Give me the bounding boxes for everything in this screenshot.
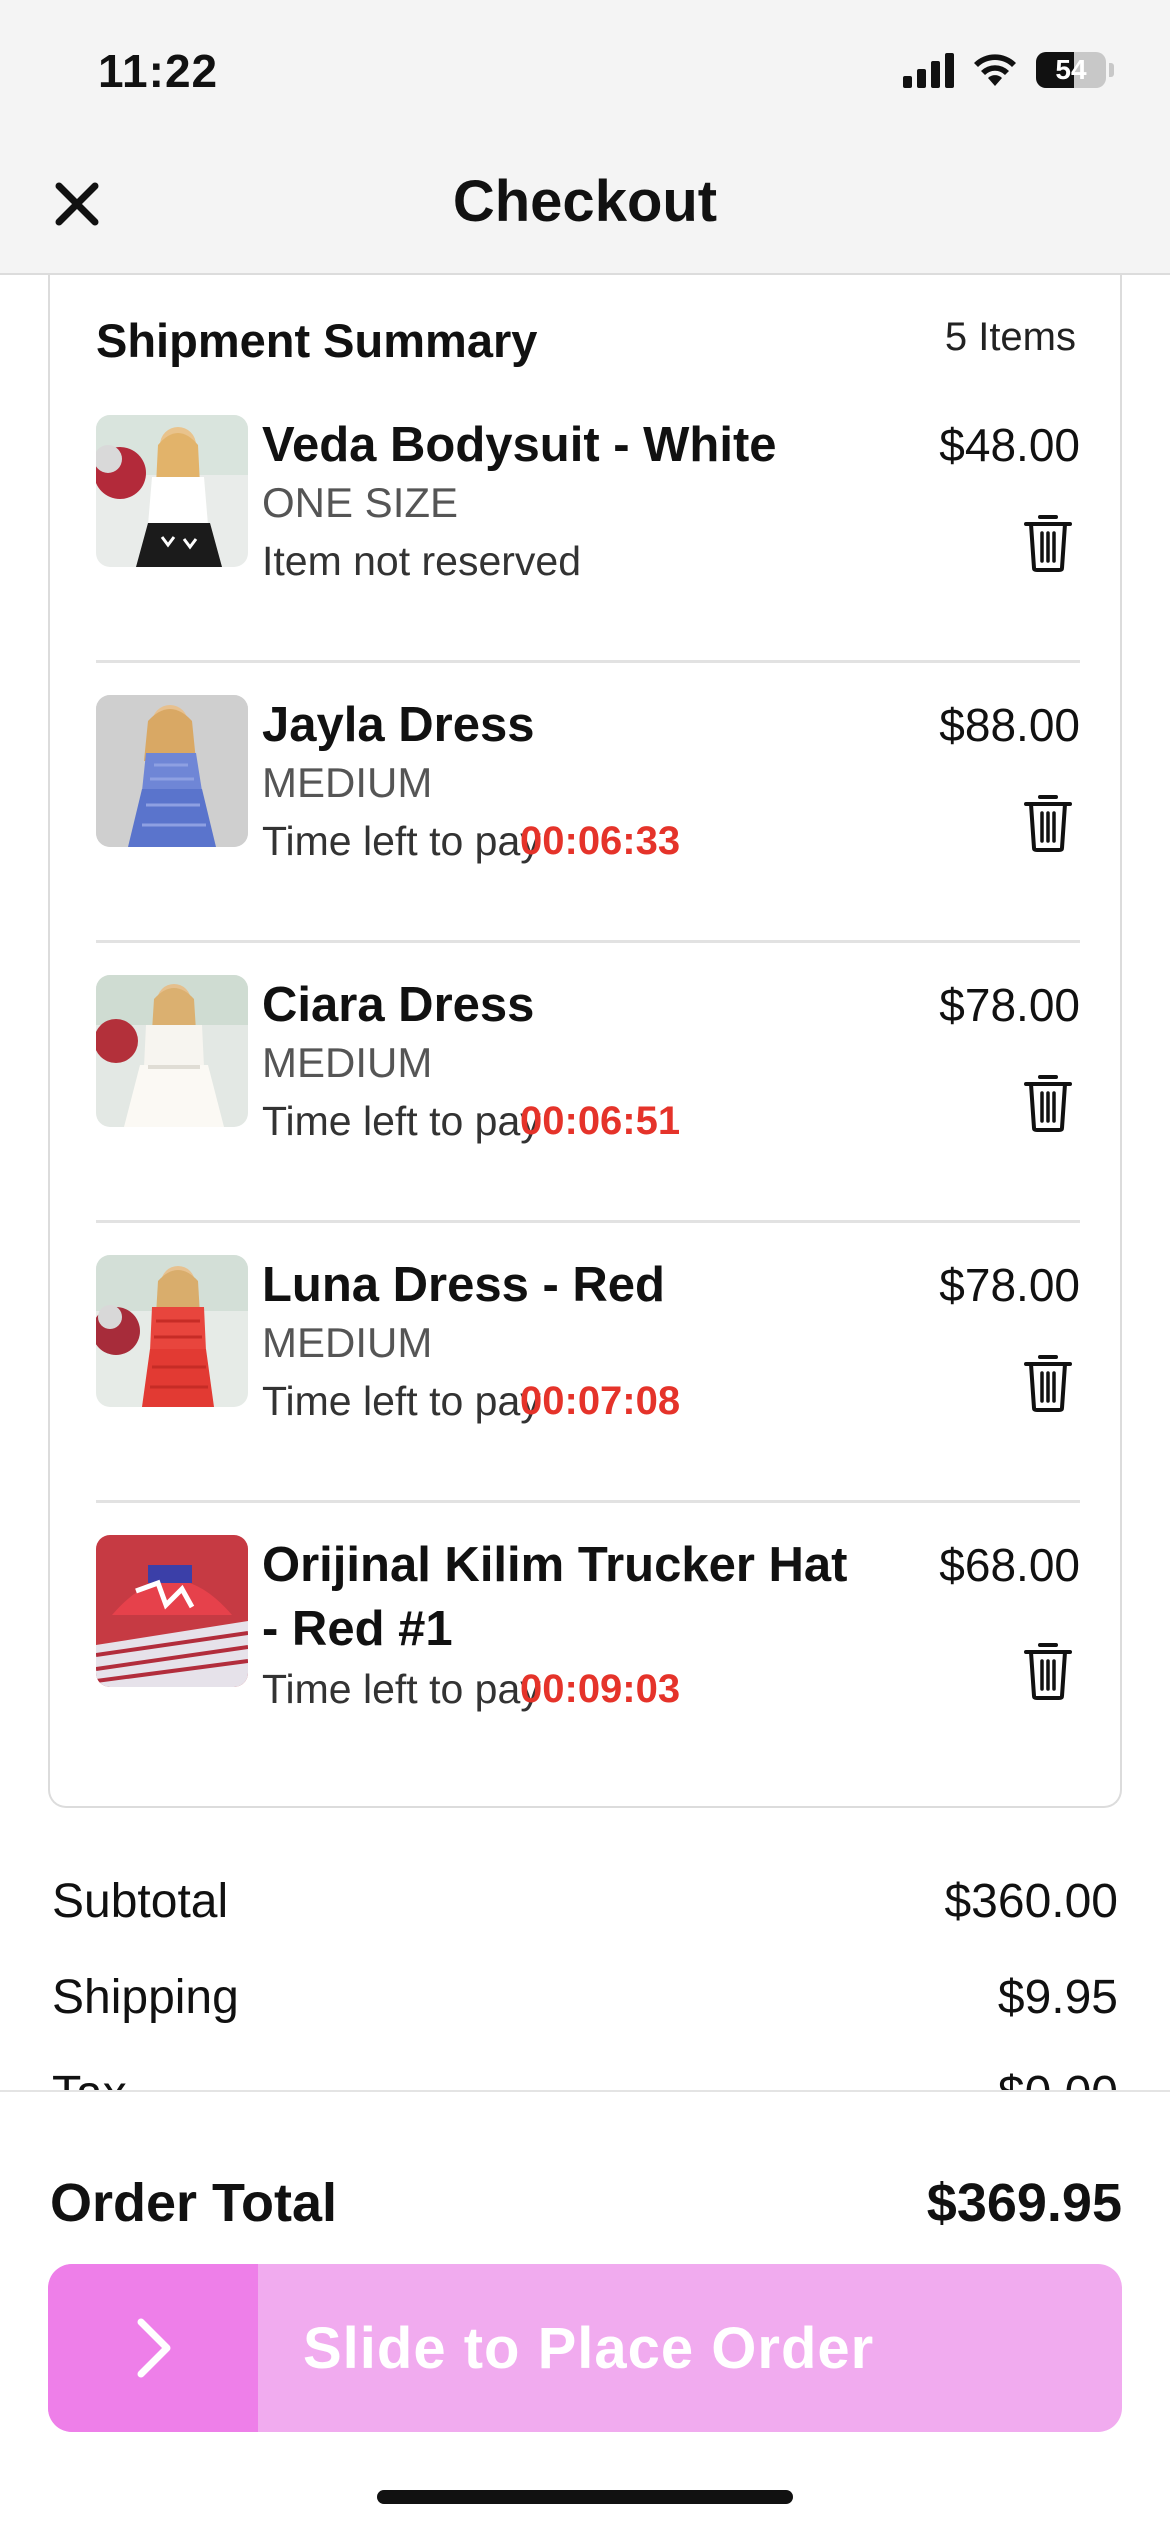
slider-label: Slide to Place Order <box>303 2315 875 2381</box>
time-left-label: Time left to pay <box>262 1378 541 1424</box>
item-size: MEDIUM <box>262 759 433 806</box>
item-count: 5 Items <box>944 315 1076 359</box>
item-size: ONE SIZE <box>262 479 459 526</box>
time-left-label: Time left to pay <box>262 1098 541 1144</box>
shipping-label: Shipping <box>52 1971 239 2024</box>
subtotal-row: Subtotal $360.00 <box>52 1872 1118 1932</box>
item-price: $48.00 <box>939 419 1080 471</box>
home-indicator <box>377 2490 793 2504</box>
cart-item: Luna Dress - Red $78.00 MEDIUM Time left… <box>96 1223 1080 1503</box>
checkout-screen: 11:22 54 Checkout Shipment Summary 5 Ite… <box>0 0 1170 2532</box>
order-total-row: Order Total $369.95 <box>50 2172 1122 2234</box>
tax-label: Tax <box>52 2064 127 2092</box>
order-total-value: $369.95 <box>926 2173 1122 2233</box>
product-thumbnail[interactable] <box>96 415 248 567</box>
item-price: $88.00 <box>939 699 1080 751</box>
top-bar: 11:22 54 Checkout <box>0 0 1170 275</box>
subtotal-value: $360.00 <box>944 1875 1118 1928</box>
item-price: $78.00 <box>939 979 1080 1031</box>
item-size: MEDIUM <box>262 1039 433 1086</box>
wifi-icon <box>974 54 1016 86</box>
status-icons: 54 <box>903 52 1114 88</box>
cart-item: Veda Bodysuit - White $48.00 ONE SIZE It… <box>96 383 1080 663</box>
trash-icon[interactable] <box>1022 1071 1074 1133</box>
trash-icon[interactable] <box>1022 1639 1074 1701</box>
item-reservation-status: Item not reserved <box>262 538 582 584</box>
payment-timer: 00:09:03 <box>520 1667 681 1711</box>
trash-icon[interactable] <box>1022 1351 1074 1413</box>
cart-item: Jayla Dress $88.00 MEDIUM Time left to p… <box>96 663 1080 943</box>
cart-item: Orijinal Kilim Trucker Hat - Red #1 $68.… <box>96 1503 1080 1803</box>
time-left-label: Time left to pay <box>262 1666 541 1712</box>
subtotal-label: Subtotal <box>52 1875 229 1928</box>
order-total-label: Order Total <box>50 2173 338 2233</box>
slide-to-place-order[interactable]: Slide to Place Order <box>48 2264 1122 2432</box>
cellular-signal-icon <box>903 52 954 88</box>
item-name: Luna Dress - Red <box>262 1258 665 1312</box>
battery-percent: 54 <box>1055 54 1087 85</box>
battery-icon: 54 <box>1036 52 1106 88</box>
product-thumbnail[interactable] <box>96 1255 248 1407</box>
shipping-value: $9.95 <box>997 1971 1118 2024</box>
page-title: Checkout <box>452 169 718 234</box>
payment-timer: 00:06:33 <box>520 819 681 863</box>
time-left-label: Time left to pay <box>262 818 541 864</box>
item-name: Jayla Dress <box>262 698 535 752</box>
tax-row-clip: Tax $0.00 <box>0 2060 1170 2092</box>
trash-icon[interactable] <box>1022 791 1074 853</box>
tax-value: $0.00 <box>998 2064 1118 2092</box>
item-name-line-2: - Red #1 <box>262 1602 453 1656</box>
item-price: $68.00 <box>939 1539 1080 1591</box>
status-time: 11:22 <box>98 45 219 97</box>
item-price: $78.00 <box>939 1259 1080 1311</box>
payment-timer: 00:06:51 <box>520 1099 681 1143</box>
trash-icon[interactable] <box>1022 511 1074 573</box>
product-thumbnail[interactable] <box>96 695 248 847</box>
tax-row: Tax $0.00 <box>52 2064 1118 2092</box>
shipping-row: Shipping $9.95 <box>52 1968 1118 2028</box>
payment-timer: 00:07:08 <box>520 1379 681 1423</box>
shipment-summary-title: Shipment Summary <box>96 314 538 367</box>
slider-handle[interactable] <box>48 2264 258 2432</box>
cart-item: Ciara Dress $78.00 MEDIUM Time left to p… <box>96 943 1080 1223</box>
item-name: Ciara Dress <box>262 978 535 1032</box>
shipment-summary-card: Shipment Summary 5 Items Veda Bodysuit -… <box>48 273 1122 1808</box>
item-size: MEDIUM <box>262 1319 433 1366</box>
order-footer: Order Total $369.95 Slide to Place Order <box>0 2090 1170 2532</box>
product-thumbnail[interactable] <box>96 975 248 1127</box>
chevron-right-icon <box>137 2318 171 2378</box>
item-name: Veda Bodysuit - White <box>262 418 777 472</box>
product-thumbnail[interactable] <box>96 1535 248 1687</box>
item-name-line-1: Orijinal Kilim Trucker Hat <box>262 1538 848 1592</box>
